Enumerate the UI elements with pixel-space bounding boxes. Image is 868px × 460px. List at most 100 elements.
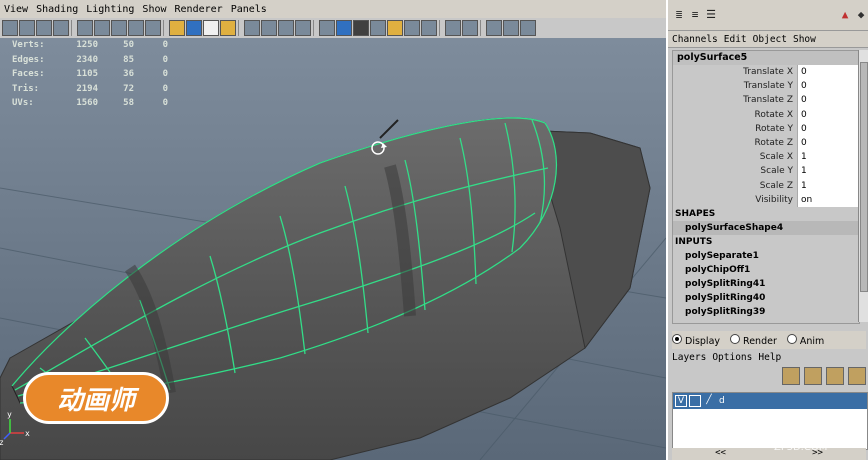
move-layer-up-icon[interactable] (782, 367, 800, 385)
toolbar-separator (439, 20, 443, 36)
hud-row-uvs: UVs: 1560 58 0 (12, 98, 168, 108)
hud-icon[interactable] (486, 20, 502, 36)
menu-show[interactable]: Show (138, 4, 170, 15)
safe-action-icon[interactable] (169, 20, 185, 36)
textured-icon[interactable] (336, 20, 352, 36)
attr-scale-x[interactable]: Scale X1 (673, 150, 859, 165)
attr-visibility[interactable]: Visibility on (673, 192, 859, 207)
default-material-icon[interactable] (319, 20, 335, 36)
radio-display-dot[interactable] (672, 333, 682, 344)
input-node[interactable]: polySplitRing40 (673, 291, 859, 305)
menu-help[interactable]: Help (758, 352, 781, 363)
isolate-icon[interactable] (421, 20, 437, 36)
wireframe-on-shaded-icon[interactable] (244, 20, 260, 36)
menu-options[interactable]: Options (712, 352, 752, 363)
inputs-header: INPUTS (673, 234, 859, 249)
hud-row-edges: Edges: 2340 85 0 (12, 54, 168, 65)
attr-rotate-z[interactable]: Rotate Z0 (673, 135, 859, 151)
viewport-menubar: View Shading Lighting Show Renderer Pane… (0, 0, 666, 19)
radio-anim[interactable]: Anim (786, 333, 824, 347)
channel-box-scrollbar[interactable] (858, 50, 868, 322)
move-layer-down-icon[interactable] (804, 367, 822, 385)
hud-row-tris: Tris: 2194 72 0 (12, 83, 168, 94)
gate-mask-icon[interactable] (128, 20, 144, 36)
bookmark-icon[interactable] (36, 20, 52, 36)
menu-show-cb[interactable]: Show (793, 34, 816, 45)
film-gate-icon[interactable] (94, 20, 110, 36)
shape-node[interactable]: polySurfaceShape4 (673, 220, 859, 235)
new-layer-icon[interactable] (826, 367, 844, 385)
layer-prev-button[interactable]: << (715, 448, 726, 460)
menu-view[interactable]: View (0, 4, 32, 15)
frame-selection-icon[interactable] (445, 20, 461, 36)
hud-row-faces: Faces: 1105 36 0 (12, 69, 168, 79)
image-plane-icon[interactable] (53, 20, 69, 36)
xray-components-icon[interactable] (295, 20, 311, 36)
hypershade-icon[interactable]: ◆ (854, 8, 868, 22)
tool-settings-toggle-icon[interactable]: ☰ (704, 8, 718, 22)
select-camera-icon[interactable] (2, 20, 18, 36)
channel-layer-panel: ≣ ≡ ☰ ▲ ◆ Channels Edit Object Show poly… (666, 0, 868, 460)
attr-rotate-x[interactable]: Rotate X0 (673, 107, 859, 122)
scrollbar-thumb[interactable] (860, 62, 868, 292)
menu-panels[interactable]: Panels (227, 4, 271, 15)
attr-rotate-y[interactable]: Rotate Y0 (673, 121, 859, 136)
input-node[interactable]: polySeparate1 (673, 249, 859, 263)
attr-translate-x[interactable]: Translate X0 (673, 65, 859, 80)
menu-renderer[interactable]: Renderer (171, 4, 227, 15)
grid-icon[interactable] (77, 20, 93, 36)
attr-scale-z[interactable]: Scale Z1 (673, 178, 859, 193)
menu-shading[interactable]: Shading (32, 4, 82, 15)
input-node[interactable]: polyChipOff1 (673, 263, 859, 277)
layer-type-toggle[interactable] (689, 395, 701, 407)
render-view-icon[interactable]: ▲ (838, 8, 852, 22)
attribute-editor-toggle-icon[interactable]: ≡ (688, 8, 702, 22)
watermark-z-mark: Z (734, 420, 753, 450)
layer-color-swatch[interactable]: ╱ (703, 395, 715, 407)
use-all-lights-icon[interactable] (353, 20, 369, 36)
axis-z-label: z (0, 438, 4, 447)
layer-name[interactable]: d (719, 396, 725, 406)
menu-edit[interactable]: Edit (724, 34, 747, 45)
new-layer-selected-icon[interactable] (848, 367, 866, 385)
radio-render-dot[interactable] (730, 333, 741, 344)
menu-object[interactable]: Object (753, 34, 787, 45)
smooth-shade-icon[interactable] (220, 20, 236, 36)
channel-box-toggle-icon[interactable]: ≣ (672, 8, 686, 22)
panel-toolbar: ≣ ≡ ☰ ▲ ◆ (668, 0, 868, 31)
radio-render[interactable]: Render (730, 333, 777, 347)
grid-toggle-icon[interactable] (462, 20, 478, 36)
resolution-gate-icon[interactable] (111, 20, 127, 36)
layer-mode-radios: Display Render Anim (672, 331, 866, 349)
menu-channels[interactable]: Channels (672, 34, 718, 45)
object-name[interactable]: polySurface5 (673, 51, 859, 65)
safe-title-icon[interactable] (186, 20, 202, 36)
radio-display[interactable]: Display (672, 333, 720, 347)
menu-lighting[interactable]: Lighting (82, 4, 138, 15)
menu-layers[interactable]: Layers (672, 352, 706, 363)
attr-translate-y[interactable]: Translate Y0 (673, 79, 859, 94)
xray-joints-icon[interactable] (278, 20, 294, 36)
shadows-icon[interactable] (370, 20, 386, 36)
high-quality-icon[interactable] (404, 20, 420, 36)
layer-visibility-toggle[interactable]: V (675, 395, 687, 407)
layer-toolbar (672, 367, 866, 389)
axis-x-label: x (25, 429, 30, 438)
viewport-panel[interactable]: View Shading Lighting Show Renderer Pane… (0, 0, 668, 460)
view-cube-icon[interactable] (520, 20, 536, 36)
input-node[interactable]: polySplitRing39 (673, 305, 859, 319)
wireframe-icon[interactable] (203, 20, 219, 36)
attr-scale-y[interactable]: Scale Y1 (673, 164, 859, 179)
camera-sequence-icon[interactable] (503, 20, 519, 36)
input-node[interactable]: polySplitRing41 (673, 277, 859, 291)
attr-translate-z[interactable]: Translate Z0 (673, 93, 859, 108)
light-icon[interactable] (387, 20, 403, 36)
layer-row[interactable]: V ╱ d (673, 393, 867, 409)
camera-attr-icon[interactable] (19, 20, 35, 36)
watermark-left-text: 动画师 (56, 385, 135, 416)
xray-icon[interactable] (261, 20, 277, 36)
radio-anim-dot[interactable] (786, 333, 797, 344)
shapes-header: SHAPES (673, 206, 859, 221)
toolbar-separator (480, 20, 484, 36)
field-chart-icon[interactable] (145, 20, 161, 36)
